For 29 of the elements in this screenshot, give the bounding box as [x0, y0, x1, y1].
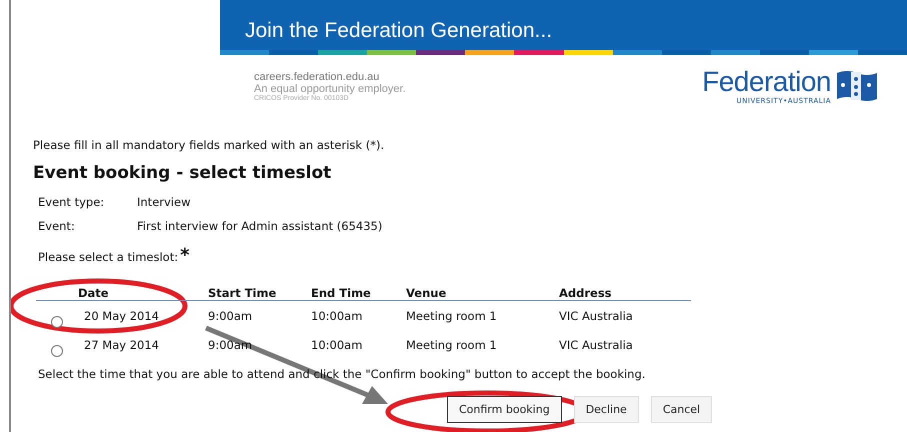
careers-site: careers.federation.edu.au: [254, 71, 380, 83]
column-header: Date: [78, 286, 110, 300]
table-cell-text: 27 May 2014: [83, 338, 160, 352]
action-button[interactable]: Confirm booking: [447, 396, 562, 423]
field-label: Event type:: [38, 195, 106, 209]
tagline: An equal opportunity employer.: [254, 83, 406, 95]
table-cell-text: 9:00am: [208, 308, 254, 322]
table-cell-text: VIC Australia: [559, 308, 634, 322]
table-cell-text: 20 May 2014: [83, 308, 160, 322]
column-header: Address: [559, 286, 613, 300]
table-cell-text: VIC Australia: [559, 338, 634, 352]
action-button[interactable]: Cancel: [650, 396, 712, 423]
action-button[interactable]: Decline: [574, 396, 639, 423]
table-cell-text: 10:00am: [311, 308, 364, 322]
banner-title: Join the Federation Generation...: [244, 19, 552, 43]
required-asterisk: *: [180, 250, 190, 262]
column-header: Venue: [406, 286, 448, 300]
table-cell-text: 10:00am: [311, 338, 364, 352]
logo-name: Federation: [702, 67, 831, 97]
instruction-text: Please fill in all mandatory fields marked with an asterisk (*).: [33, 138, 386, 152]
table-cell-text: Meeting room 1: [406, 308, 498, 322]
column-header: Start Time: [208, 286, 278, 300]
field-value: Interview: [137, 195, 190, 209]
field-value: First interview for Admin assistant (65435): [137, 219, 382, 233]
page-heading: Event booking - select timeslot: [33, 163, 332, 183]
table-cell-text: Meeting room 1: [406, 338, 498, 352]
field-label: Event:: [38, 219, 76, 233]
column-header: End Time: [311, 286, 372, 300]
timeslot-prompt: Please select a timeslot:: [38, 250, 178, 264]
